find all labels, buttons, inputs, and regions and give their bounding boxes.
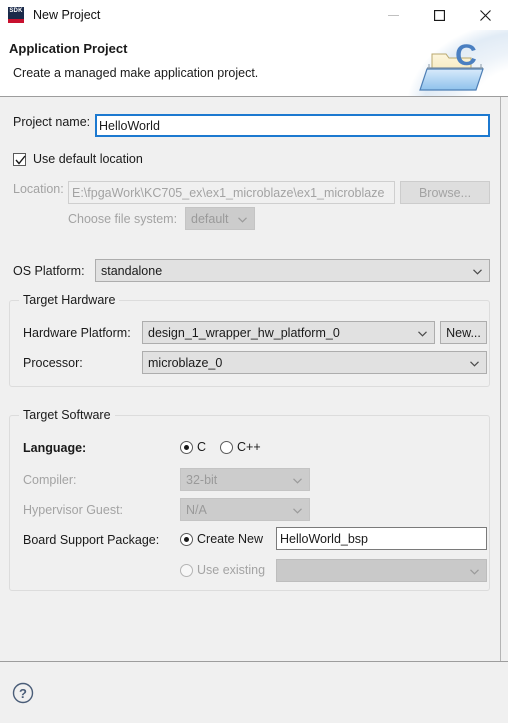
- file-system-label: Choose file system:: [68, 212, 178, 226]
- file-system-row: Choose file system:: [68, 212, 177, 226]
- new-project-dialog: SDK New Project Application Project Crea…: [0, 0, 508, 723]
- bsp-create-new-label: Create New: [197, 532, 263, 546]
- body-right-strip: [501, 97, 508, 661]
- bsp-use-existing-label: Use existing: [197, 563, 266, 577]
- minimize-icon: [387, 14, 399, 16]
- location-label: Location:: [13, 182, 64, 196]
- hypervisor-guest-label: Hypervisor Guest:: [23, 503, 124, 517]
- maximize-button[interactable]: [416, 0, 462, 30]
- hardware-platform-value: design_1_wrapper_hw_platform_0: [148, 325, 340, 340]
- target-software-legend: Target Software: [19, 408, 115, 422]
- project-name-row: Project name:: [13, 115, 90, 129]
- language-radio-c-button[interactable]: [180, 440, 193, 454]
- chevron-down-icon: [470, 568, 479, 575]
- page-title: Application Project: [9, 41, 128, 56]
- project-name-input[interactable]: HelloWorld: [95, 114, 490, 137]
- language-label: Language:: [23, 441, 87, 455]
- use-default-location-row[interactable]: Use default location: [13, 152, 143, 166]
- compiler-label: Compiler:: [23, 473, 77, 487]
- chevron-down-icon: [238, 216, 247, 223]
- svg-text:C: C: [455, 39, 477, 72]
- hypervisor-guest-value: N/A: [186, 502, 207, 517]
- compiler-combo: 32-bit: [180, 468, 310, 491]
- close-icon: [479, 9, 491, 21]
- chevron-down-icon: [418, 330, 427, 337]
- check-icon: [15, 155, 26, 165]
- dialog-footer: ? < Back Next > Finish Cancel: [0, 661, 508, 723]
- sdk-app-icon-label: SDK: [9, 8, 23, 14]
- title-bar: SDK New Project: [0, 0, 508, 30]
- project-name-label: Project name:: [13, 115, 91, 129]
- maximize-icon: [433, 9, 445, 21]
- hypervisor-guest-combo: N/A: [180, 498, 310, 521]
- bsp-create-new-radio-row[interactable]: Create New: [180, 532, 263, 546]
- language-radio-cpp-label: C++: [237, 440, 261, 454]
- minimize-button[interactable]: [370, 0, 416, 30]
- c-project-folder-icon: C: [419, 39, 484, 91]
- os-platform-row: OS Platform:: [13, 264, 85, 278]
- help-icon[interactable]: ?: [12, 682, 34, 704]
- chevron-down-icon: [470, 360, 479, 367]
- use-default-location-checkbox[interactable]: [13, 152, 26, 166]
- dialog-body: Project name: HelloWorld Use default loc…: [0, 97, 501, 661]
- target-hardware-group: Target Hardware Hardware Platform: desig…: [9, 293, 490, 387]
- location-input: E:\fpgaWork\KC705_ex\ex1_microblaze\ex1_…: [68, 181, 395, 204]
- bsp-use-existing-combo: [276, 559, 487, 582]
- chevron-down-icon: [473, 268, 482, 275]
- processor-combo[interactable]: microblaze_0: [142, 351, 487, 374]
- file-system-value: default: [191, 211, 229, 226]
- hardware-platform-combo[interactable]: design_1_wrapper_hw_platform_0: [142, 321, 435, 344]
- chevron-down-icon: [293, 507, 302, 514]
- os-platform-label: OS Platform:: [13, 264, 85, 278]
- processor-value: microblaze_0: [148, 355, 223, 370]
- wizard-header: Application Project Create a managed mak…: [0, 30, 508, 97]
- language-radio-c[interactable]: C: [180, 440, 206, 454]
- sdk-app-icon: SDK: [8, 7, 24, 23]
- target-software-group: Target Software Language: C C++ Compiler…: [9, 408, 490, 591]
- os-platform-combo[interactable]: standalone: [95, 259, 490, 282]
- bsp-create-new-radio[interactable]: [180, 532, 193, 546]
- file-system-combo: default: [185, 207, 255, 230]
- bsp-use-existing-radio[interactable]: [180, 563, 193, 577]
- language-radio-c-label: C: [197, 440, 207, 454]
- compiler-value: 32-bit: [186, 472, 218, 487]
- window-controls: [370, 0, 508, 30]
- os-platform-value: standalone: [101, 263, 163, 278]
- language-radio-cpp[interactable]: C++: [220, 440, 261, 454]
- location-row: Location:: [13, 182, 64, 196]
- bsp-use-existing-radio-row[interactable]: Use existing: [180, 563, 265, 577]
- new-hardware-platform-button[interactable]: New...: [440, 321, 487, 344]
- use-default-location-label: Use default location: [33, 152, 143, 166]
- language-radio-cpp-button[interactable]: [220, 440, 233, 454]
- chevron-down-icon: [293, 477, 302, 484]
- close-button[interactable]: [462, 0, 508, 30]
- page-subtitle: Create a managed make application projec…: [13, 66, 259, 80]
- svg-text:?: ?: [19, 686, 27, 701]
- target-hardware-legend: Target Hardware: [19, 293, 120, 307]
- browse-button: Browse...: [400, 181, 490, 204]
- hardware-platform-label: Hardware Platform:: [23, 326, 131, 340]
- processor-label: Processor:: [23, 356, 83, 370]
- board-support-package-label: Board Support Package:: [23, 533, 160, 547]
- window-title: New Project: [33, 8, 101, 22]
- bsp-create-new-input[interactable]: HelloWorld_bsp: [276, 527, 487, 550]
